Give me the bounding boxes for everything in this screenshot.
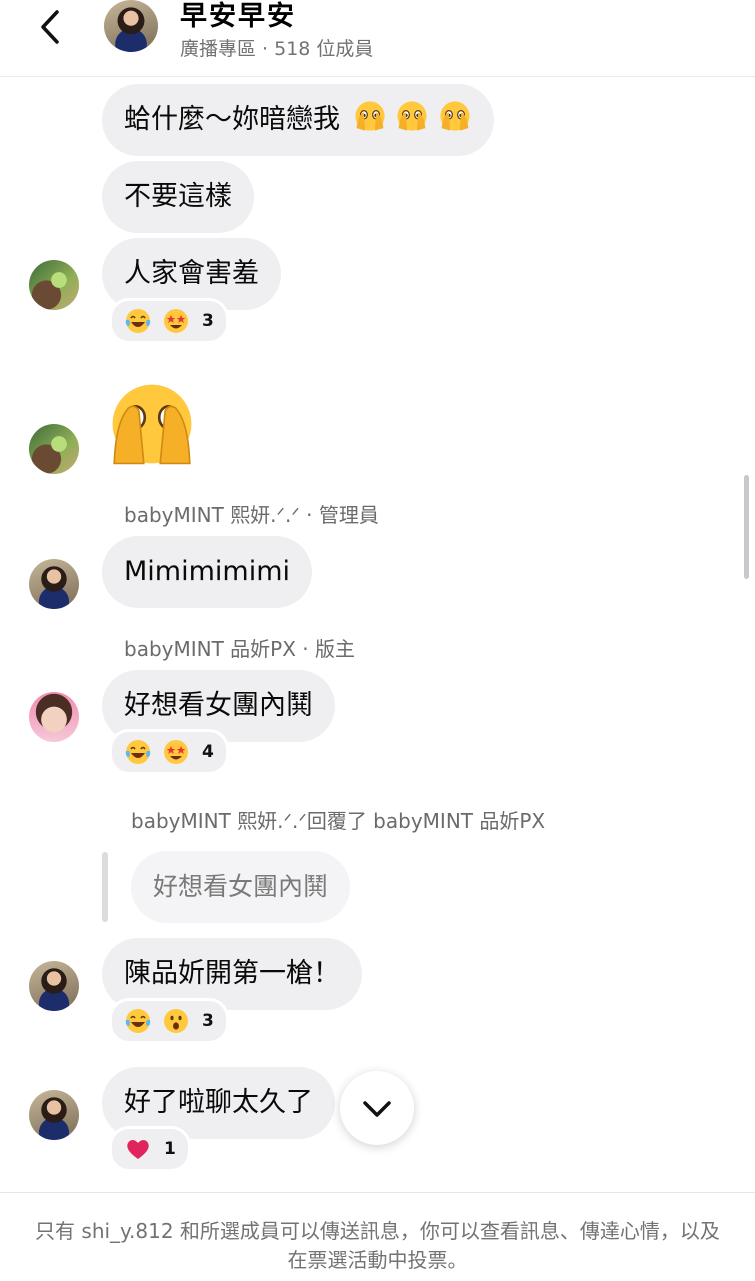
face-with-tears-of-joy-icon — [125, 309, 151, 333]
reaction-pill[interactable]: 1 — [109, 1126, 191, 1172]
reaction-count: 1 — [164, 1139, 176, 1159]
channel-title[interactable]: 早安早安 — [180, 0, 296, 33]
face-with-tears-of-joy-icon — [125, 740, 151, 764]
message-text: 人家會害羞 — [124, 258, 259, 289]
face-with-open-eyes-and-hand-over-mouth-icon — [353, 101, 396, 135]
back-arrow-icon[interactable] — [30, 6, 70, 46]
reaction-pill[interactable]: 4 — [109, 729, 229, 775]
message-bubble[interactable]: 蛤什麼～妳暗戀我 — [102, 84, 494, 156]
message-bubble[interactable]: 不要這樣 — [102, 161, 254, 233]
message-text: 好了啦聊太久了 — [124, 1087, 313, 1118]
face-with-open-eyes-and-hand-over-mouth-icon — [395, 101, 438, 135]
face-with-open-eyes-and-hand-over-mouth-icon[interactable] — [106, 378, 198, 470]
sender-label: babyMINT 品妡PX · 版主 — [124, 637, 356, 661]
red-heart-icon — [127, 1140, 149, 1159]
sender-avatar[interactable] — [29, 961, 79, 1011]
star-struck-icon — [164, 309, 188, 333]
reaction-count: 3 — [202, 1011, 214, 1031]
quoted-text: 好想看女團內鬨 — [153, 872, 329, 901]
sender-avatar[interactable] — [29, 1090, 79, 1140]
face-with-open-eyes-and-hand-over-mouth-icon — [438, 101, 472, 135]
footer-notice: 只有 shi_y.812 和所選成員可以傳送訊息，你可以查看訊息、傳達心情，以及… — [35, 1219, 720, 1272]
sender-avatar[interactable] — [29, 559, 79, 609]
chat-header: 早安早安 廣播專區 · 518 位成員 — [0, 0, 755, 77]
scrollbar[interactable] — [744, 475, 749, 579]
channel-footer: 只有 shi_y.812 和所選成員可以傳送訊息，你可以查看訊息、傳達心情，以及… — [0, 1192, 755, 1281]
chevron-down-icon — [363, 1101, 391, 1117]
message-text: 陳品妡開第一槍！ — [124, 958, 340, 989]
message-text: Mimimimimi — [124, 556, 291, 587]
star-struck-icon — [164, 740, 188, 764]
reaction-count: 3 — [202, 311, 214, 331]
message-text: 好想看女團內鬨 — [124, 690, 313, 721]
reaction-count: 4 — [202, 742, 214, 762]
message-bubble[interactable]: Mimimimimi — [102, 536, 313, 608]
message-text: 蛤什麼～妳暗戀我 — [124, 104, 340, 135]
sender-label: babyMINT 熙妍.ᐟ.ᐟ · 管理員 — [124, 503, 379, 527]
message-text: 不要這樣 — [124, 181, 232, 212]
reply-indicator-bar — [102, 852, 108, 922]
sender-avatar[interactable] — [29, 424, 79, 474]
sender-avatar[interactable] — [29, 260, 79, 310]
reply-header: babyMINT 熙妍.ᐟ.ᐟ回覆了 babyMINT 品妡PX — [131, 809, 546, 833]
channel-subtitle: 廣播專區 · 518 位成員 — [180, 38, 374, 60]
face-with-tears-of-joy-icon — [125, 1009, 151, 1033]
reaction-pill[interactable]: 3 — [109, 998, 229, 1044]
quoted-message[interactable]: 好想看女團內鬨 — [131, 851, 351, 923]
reaction-pill[interactable]: 3 — [109, 298, 229, 344]
sender-avatar[interactable] — [29, 692, 79, 742]
channel-avatar[interactable] — [104, 0, 158, 52]
astonished-face-icon — [164, 1009, 188, 1033]
scroll-to-bottom-button[interactable] — [340, 1071, 414, 1145]
